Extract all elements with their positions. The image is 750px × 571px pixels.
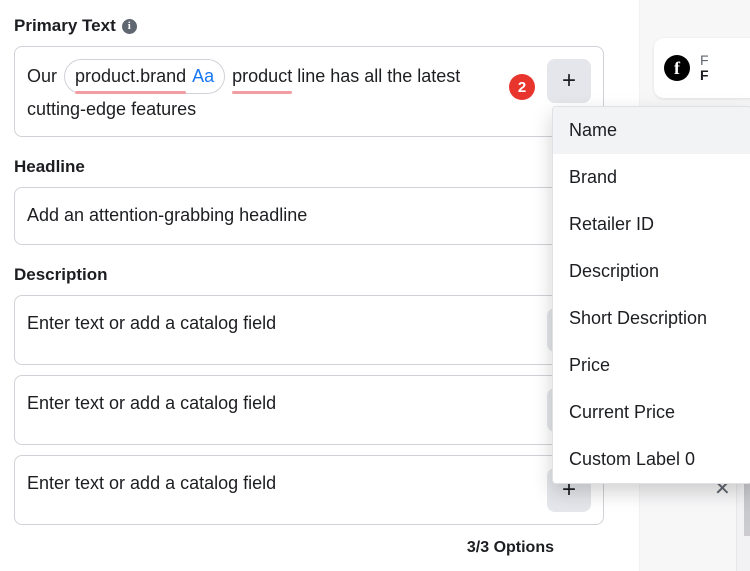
description-field-1[interactable]: Enter text or add a catalog field + <box>14 295 604 365</box>
chip-variable: product.brand <box>75 61 186 91</box>
catalog-chip-product-brand[interactable]: product.brand Aa <box>64 59 225 94</box>
dropdown-item-custom-label-0[interactable]: Custom Label 0 <box>553 436 750 483</box>
primary-text-content[interactable]: Our product.brand Aa product line has al… <box>27 59 539 124</box>
dropdown-item-retailer-id[interactable]: Retailer ID <box>553 201 750 248</box>
info-icon[interactable]: i <box>122 19 137 34</box>
description-placeholder: Enter text or add a catalog field <box>27 388 539 418</box>
description-placeholder: Enter text or add a catalog field <box>27 468 539 498</box>
chip-case-icon[interactable]: Aa <box>192 61 214 91</box>
headline-label: Headline <box>14 157 604 177</box>
preview-thumbnail <box>736 470 750 571</box>
dropdown-item-name[interactable]: Name <box>553 107 750 154</box>
plus-icon: + <box>562 69 576 93</box>
dropdown-item-description[interactable]: Description <box>553 248 750 295</box>
preview-platform-card[interactable]: f FF <box>654 38 750 98</box>
primary-text-label: Primary Text i <box>14 16 604 36</box>
spellcheck-word: product <box>232 61 292 91</box>
preview-platform-label: FF <box>700 53 709 83</box>
annotation-badge-2: 2 <box>509 74 535 100</box>
headline-field[interactable]: Add an attention-grabbing headline <box>14 187 604 245</box>
description-field-3[interactable]: Enter text or add a catalog field + <box>14 455 604 525</box>
headline-placeholder: Add an attention-grabbing headline <box>27 200 591 230</box>
add-catalog-field-button[interactable]: + <box>547 59 591 103</box>
catalog-field-dropdown[interactable]: Name Brand Retailer ID Description Short… <box>552 106 750 484</box>
facebook-icon: f <box>664 55 690 81</box>
options-count: 3/3 Options <box>14 525 604 557</box>
dropdown-item-price[interactable]: Price <box>553 342 750 389</box>
dropdown-item-brand[interactable]: Brand <box>553 154 750 201</box>
dropdown-item-current-price[interactable]: Current Price <box>553 389 750 436</box>
dropdown-item-short-description[interactable]: Short Description <box>553 295 750 342</box>
description-field-2[interactable]: Enter text or add a catalog field + <box>14 375 604 445</box>
ad-creative-editor: f FF ✕ Primary Text i Our product.brand … <box>0 0 750 571</box>
description-placeholder: Enter text or add a catalog field <box>27 308 539 338</box>
description-label: Description <box>14 265 604 285</box>
